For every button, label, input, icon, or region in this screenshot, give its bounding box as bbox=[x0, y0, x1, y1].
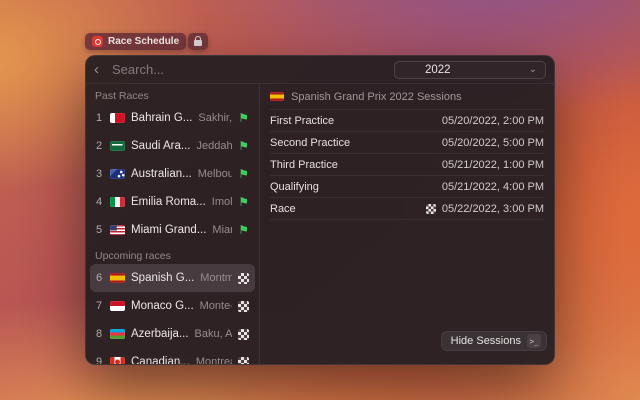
hide-sessions-label: Hide Sessions bbox=[451, 335, 521, 347]
window-tag: Race Schedule bbox=[85, 33, 208, 50]
session-row[interactable]: First Practice 05/20/2022, 2:00 PM bbox=[270, 110, 544, 132]
country-flag-icon bbox=[110, 141, 125, 151]
session-label: Third Practice bbox=[270, 159, 338, 171]
sessions-header: Spanish Grand Prix 2022 Sessions bbox=[270, 84, 544, 110]
country-flag-icon bbox=[110, 357, 125, 364]
session-datetime-text: 05/22/2022, 3:00 PM bbox=[442, 203, 544, 215]
race-list-item[interactable]: 1 Bahrain G... Sakhir, Bahr... ⚑ bbox=[90, 104, 255, 132]
race-list-item[interactable]: 2 Saudi Ara... Jeddah, Sa... ⚑ bbox=[90, 132, 255, 160]
session-row[interactable]: Qualifying 05/21/2022, 4:00 PM bbox=[270, 176, 544, 198]
race-name: Australian... bbox=[131, 168, 192, 180]
green-flag-icon: ⚑ bbox=[238, 112, 249, 124]
green-flag-icon: ⚑ bbox=[238, 196, 249, 208]
country-flag-icon bbox=[110, 301, 125, 311]
race-list-item[interactable]: 9 Canadian... Montreal, C... bbox=[90, 348, 255, 364]
green-flag-icon: ⚑ bbox=[238, 224, 249, 236]
search-input[interactable] bbox=[112, 62, 394, 77]
race-number: 8 bbox=[96, 328, 104, 340]
race-location: Baku, Azerb... bbox=[195, 328, 232, 340]
race-name: Monaco G... bbox=[131, 300, 194, 312]
race-number: 3 bbox=[96, 168, 104, 180]
section-label-upcoming: Upcoming races bbox=[90, 248, 255, 264]
race-list-item[interactable]: 7 Monaco G... Monte-Carl... bbox=[90, 292, 255, 320]
country-flag-icon bbox=[270, 92, 284, 101]
race-name: Canadian... bbox=[131, 356, 190, 364]
race-name: Azerbaija... bbox=[131, 328, 189, 340]
race-list-item[interactable]: 4 Emilia Roma... Imola, Italy ⚑ bbox=[90, 188, 255, 216]
window-tag-label: Race Schedule bbox=[108, 36, 179, 47]
session-row[interactable]: Third Practice 05/21/2022, 1:00 PM bbox=[270, 154, 544, 176]
session-datetime: 05/21/2022, 1:00 PM bbox=[442, 159, 544, 171]
race-number: 7 bbox=[96, 300, 104, 312]
green-flag-icon: ⚑ bbox=[238, 168, 249, 180]
checkered-flag-icon bbox=[426, 204, 436, 214]
window-tag-title[interactable]: Race Schedule bbox=[85, 33, 186, 50]
section-label-past: Past Races bbox=[90, 88, 255, 104]
window-header: ‹ 2022 ⌄ bbox=[86, 56, 554, 84]
keyboard-shortcut-icon: >_ bbox=[527, 334, 541, 348]
race-number: 4 bbox=[96, 196, 104, 208]
race-number: 1 bbox=[96, 112, 104, 124]
session-datetime: 05/21/2022, 4:00 PM bbox=[442, 181, 544, 193]
sessions-title: Spanish Grand Prix 2022 Sessions bbox=[291, 91, 462, 103]
race-name: Emilia Roma... bbox=[131, 196, 206, 208]
session-label: Qualifying bbox=[270, 181, 319, 193]
checkered-flag-icon bbox=[238, 329, 249, 340]
race-number: 6 bbox=[96, 272, 104, 284]
session-label: Race bbox=[270, 203, 296, 215]
session-label: Second Practice bbox=[270, 137, 350, 149]
race-location: Montmeló,... bbox=[200, 272, 232, 284]
country-flag-icon bbox=[110, 225, 125, 235]
race-list-item[interactable]: 5 Miami Grand... Miami, USA ⚑ bbox=[90, 216, 255, 244]
sessions-panel: Spanish Grand Prix 2022 Sessions First P… bbox=[260, 84, 554, 364]
race-location: Monte-Carl... bbox=[200, 300, 232, 312]
race-name: Saudi Ara... bbox=[131, 140, 190, 152]
back-button[interactable]: ‹ bbox=[94, 62, 112, 77]
session-datetime: 05/20/2022, 5:00 PM bbox=[442, 137, 544, 149]
race-location: Imola, Italy bbox=[212, 196, 232, 208]
session-datetime: 05/20/2022, 2:00 PM bbox=[442, 115, 544, 127]
hide-sessions-button[interactable]: Hide Sessions >_ bbox=[441, 331, 547, 351]
race-location: Montreal, C... bbox=[196, 356, 232, 364]
race-name: Spanish G... bbox=[131, 272, 194, 284]
race-list-item-selected[interactable]: 6 Spanish G... Montmeló,... bbox=[90, 264, 255, 292]
session-row[interactable]: Second Practice 05/20/2022, 5:00 PM bbox=[270, 132, 544, 154]
year-dropdown[interactable]: 2022 ⌄ bbox=[394, 61, 546, 79]
chevron-down-icon: ⌄ bbox=[529, 65, 537, 75]
lock-icon bbox=[194, 40, 202, 46]
race-number: 5 bbox=[96, 224, 104, 236]
country-flag-icon bbox=[110, 169, 125, 179]
country-flag-icon bbox=[110, 113, 125, 123]
race-location: Miami, USA bbox=[212, 224, 232, 236]
country-flag-icon bbox=[110, 329, 125, 339]
race-list-item[interactable]: 3 Australian... Melbourne,... ⚑ bbox=[90, 160, 255, 188]
green-flag-icon: ⚑ bbox=[238, 140, 249, 152]
race-schedule-window: ‹ 2022 ⌄ Past Races 1 Bahrain G... Sakhi… bbox=[85, 55, 555, 365]
race-list-item[interactable]: 8 Azerbaija... Baku, Azerb... bbox=[90, 320, 255, 348]
race-name: Bahrain G... bbox=[131, 112, 192, 124]
race-number: 2 bbox=[96, 140, 104, 152]
race-location: Jeddah, Sa... bbox=[196, 140, 232, 152]
race-name: Miami Grand... bbox=[131, 224, 206, 236]
race-list-panel: Past Races 1 Bahrain G... Sakhir, Bahr..… bbox=[86, 84, 260, 364]
record-icon bbox=[92, 36, 103, 47]
session-datetime: 05/22/2022, 3:00 PM bbox=[426, 203, 544, 215]
race-number: 9 bbox=[96, 356, 104, 364]
race-location: Melbourne,... bbox=[198, 168, 233, 180]
checkered-flag-icon bbox=[238, 273, 249, 284]
session-label: First Practice bbox=[270, 115, 334, 127]
race-location: Sakhir, Bahr... bbox=[198, 112, 232, 124]
window-body: Past Races 1 Bahrain G... Sakhir, Bahr..… bbox=[86, 84, 554, 364]
session-row[interactable]: Race 05/22/2022, 3:00 PM bbox=[270, 198, 544, 220]
country-flag-icon bbox=[110, 197, 125, 207]
lock-badge[interactable] bbox=[188, 33, 208, 50]
year-dropdown-value: 2022 bbox=[403, 64, 523, 76]
checkered-flag-icon bbox=[238, 357, 249, 365]
country-flag-icon bbox=[110, 273, 125, 283]
checkered-flag-icon bbox=[238, 301, 249, 312]
